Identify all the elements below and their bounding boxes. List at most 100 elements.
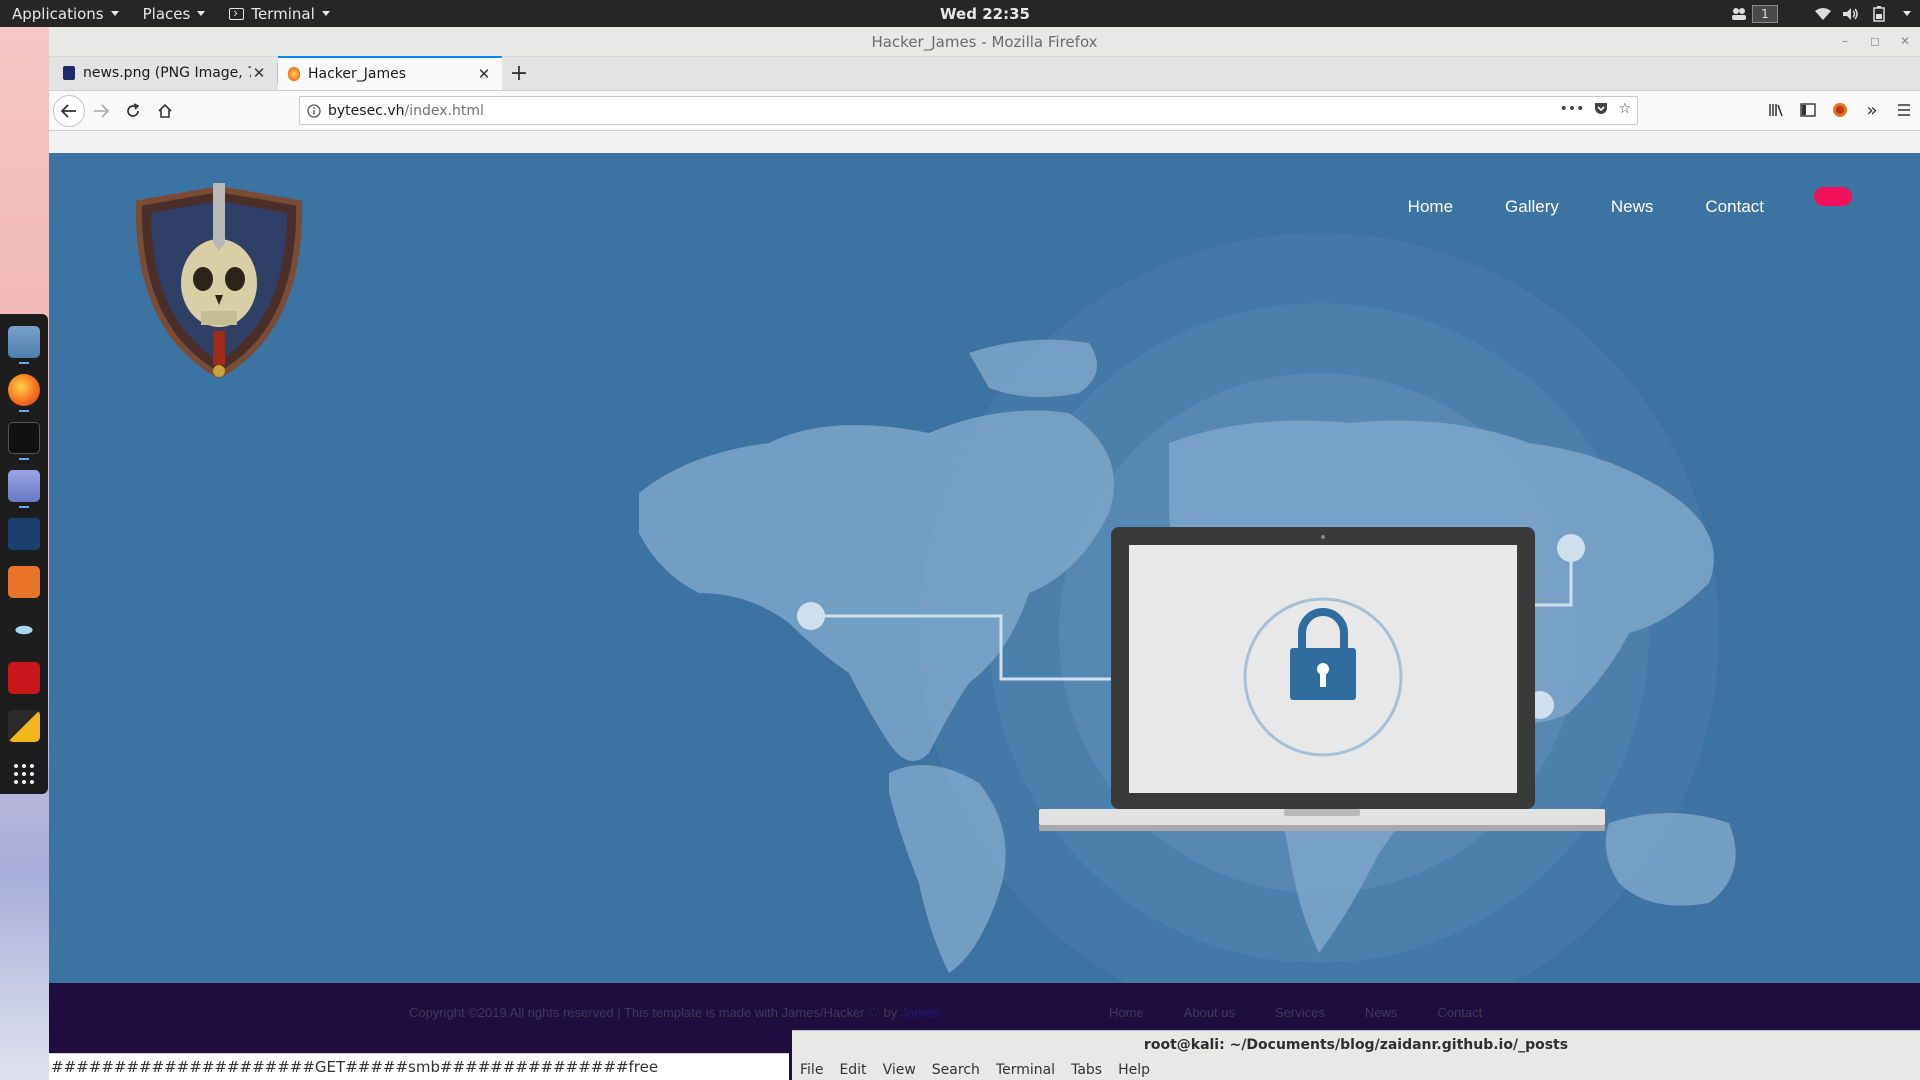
footer-link-news[interactable]: News (1365, 1005, 1398, 1020)
terminal-icon (229, 7, 245, 20)
menu-edit[interactable]: Edit (831, 1062, 874, 1078)
menu-file[interactable]: File (792, 1062, 831, 1078)
terminal-label: Terminal (251, 4, 315, 23)
new-tab-button[interactable]: + (502, 56, 536, 90)
dock-files[interactable] (0, 318, 48, 366)
tab-label: news.png (PNG Image, 7 (83, 65, 251, 81)
terminal-icon (8, 422, 40, 454)
browser-status-text: #####################GET#####smb########… (49, 1053, 789, 1080)
hamburger-menu-icon[interactable] (1888, 94, 1920, 126)
nav-news[interactable]: News (1611, 197, 1654, 217)
terminal-menubar: File Edit View Search Terminal Tabs Help (792, 1059, 1920, 1080)
tab-close-icon[interactable]: ✕ (476, 65, 492, 83)
places-menu[interactable]: Places (131, 0, 218, 27)
caret-down-icon (321, 11, 330, 16)
footer-link-contact[interactable]: Contact (1437, 1005, 1482, 1020)
menu-help[interactable]: Help (1110, 1062, 1158, 1078)
footer-link-about[interactable]: About us (1184, 1005, 1235, 1020)
pink-pill-button[interactable] (1814, 187, 1852, 206)
menu-terminal[interactable]: Terminal (988, 1062, 1063, 1078)
firefox-icon (8, 374, 40, 406)
arrow-left-icon (61, 103, 76, 118)
dock-terminal[interactable] (0, 414, 48, 462)
plus-icon: + (509, 60, 529, 86)
skull-shield-logo[interactable] (129, 183, 309, 378)
nav-home[interactable]: Home (1408, 197, 1453, 217)
places-label: Places (142, 4, 191, 23)
cherrytree-icon (8, 662, 40, 694)
maximize-icon[interactable]: ◻ (1866, 32, 1884, 50)
dock-cherrytree[interactable] (0, 654, 48, 702)
dock-text-editor[interactable] (0, 462, 48, 510)
dock-metasploit[interactable] (0, 510, 48, 558)
menu-view[interactable]: View (875, 1062, 924, 1078)
terminal-title[interactable]: root@kali: ~/Documents/blog/zaidanr.gith… (792, 1031, 1920, 1059)
footer-link-services[interactable]: Services (1275, 1005, 1325, 1020)
info-icon[interactable] (300, 103, 328, 118)
window-titlebar: Hacker_James - Mozilla Firefox – ◻ ✕ (49, 27, 1920, 57)
terminal-window: root@kali: ~/Documents/blog/zaidanr.gith… (792, 1030, 1920, 1080)
copyright-text: Copyright ©2019 All rights reserved | Th… (409, 1005, 898, 1020)
world-map-security-illustration (639, 233, 1736, 983)
forward-button[interactable] (85, 95, 117, 127)
url-bar[interactable]: bytesec.vh/index.html ••• ☆ (299, 96, 1638, 125)
dash-dock (0, 314, 48, 794)
dock-eye[interactable] (0, 606, 48, 654)
window-title: Hacker_James - Mozilla Firefox (871, 32, 1098, 51)
applications-menu[interactable]: Applications (0, 0, 131, 27)
dock-show-apps[interactable] (0, 750, 48, 798)
dock-firefox[interactable] (0, 366, 48, 414)
applications-label: Applications (12, 4, 104, 23)
home-icon (158, 103, 172, 118)
author-link[interactable]: James (901, 1005, 939, 1020)
show-apps-icon (14, 764, 34, 784)
power-caret-icon[interactable] (1894, 0, 1920, 27)
text-editor-icon (8, 470, 40, 502)
workspace-indicator[interactable]: 1 (1752, 4, 1778, 23)
hero-section: Home Gallery News Contact (49, 153, 1920, 983)
tab-hacker-james[interactable]: Hacker_James ✕ (278, 56, 502, 90)
dock-pencil[interactable] (0, 702, 48, 750)
footer-link-home[interactable]: Home (1109, 1005, 1144, 1020)
extension-icon[interactable] (1824, 94, 1856, 126)
footer-copyright: Copyright ©2019 All rights reserved | Th… (409, 1005, 939, 1021)
tab-label: Hacker_James (308, 66, 407, 82)
nav-contact[interactable]: Contact (1705, 197, 1764, 217)
reload-button[interactable] (117, 95, 149, 127)
tab-strip: news.png (PNG Image, 7 ✕ Hacker_James ✕ … (49, 56, 1920, 91)
wifi-icon[interactable] (1810, 0, 1836, 27)
bookmark-star-icon[interactable]: ☆ (1618, 101, 1631, 119)
terminal-app-menu[interactable]: Terminal (217, 0, 341, 27)
battery-icon[interactable] (1866, 0, 1892, 27)
arrow-right-icon (94, 103, 109, 118)
reload-icon (127, 102, 140, 117)
page-actions-icon[interactable]: ••• (1560, 101, 1585, 119)
menu-search[interactable]: Search (924, 1062, 988, 1078)
clock[interactable]: Wed 22:35 (940, 5, 1030, 23)
url-path: /index.html (404, 102, 484, 119)
eye-icon (8, 614, 40, 646)
volume-icon[interactable] (1838, 0, 1864, 27)
pencil-icon (8, 710, 40, 742)
firefox-window: Hacker_James - Mozilla Firefox – ◻ ✕ new… (49, 27, 1920, 1080)
tab-news-png[interactable]: news.png (PNG Image, 7 ✕ (53, 56, 277, 90)
library-icon[interactable] (1760, 94, 1792, 126)
minimize-icon[interactable]: – (1836, 32, 1854, 50)
people-icon[interactable] (1726, 0, 1752, 27)
nav-gallery[interactable]: Gallery (1505, 197, 1559, 217)
pocket-icon[interactable] (1594, 101, 1608, 119)
gnome-top-bar: Applications Places Terminal Wed 22:35 1 (0, 0, 1920, 27)
overflow-chevron-icon[interactable]: » (1856, 94, 1888, 126)
system-tray: 1 (1724, 0, 1920, 27)
back-button[interactable] (53, 94, 85, 127)
image-favicon-icon (63, 66, 75, 80)
right-toolbar: » (1760, 94, 1920, 126)
close-window-icon[interactable]: ✕ (1896, 32, 1914, 50)
footer-links: Home About us Services News Contact (1109, 1005, 1482, 1020)
home-button[interactable] (149, 95, 181, 127)
tab-close-icon[interactable]: ✕ (251, 64, 267, 82)
menu-tabs[interactable]: Tabs (1063, 1062, 1110, 1078)
dock-burpsuite[interactable] (0, 558, 48, 606)
url-host: bytesec.vh (328, 102, 405, 119)
sidebar-icon[interactable] (1792, 94, 1824, 126)
